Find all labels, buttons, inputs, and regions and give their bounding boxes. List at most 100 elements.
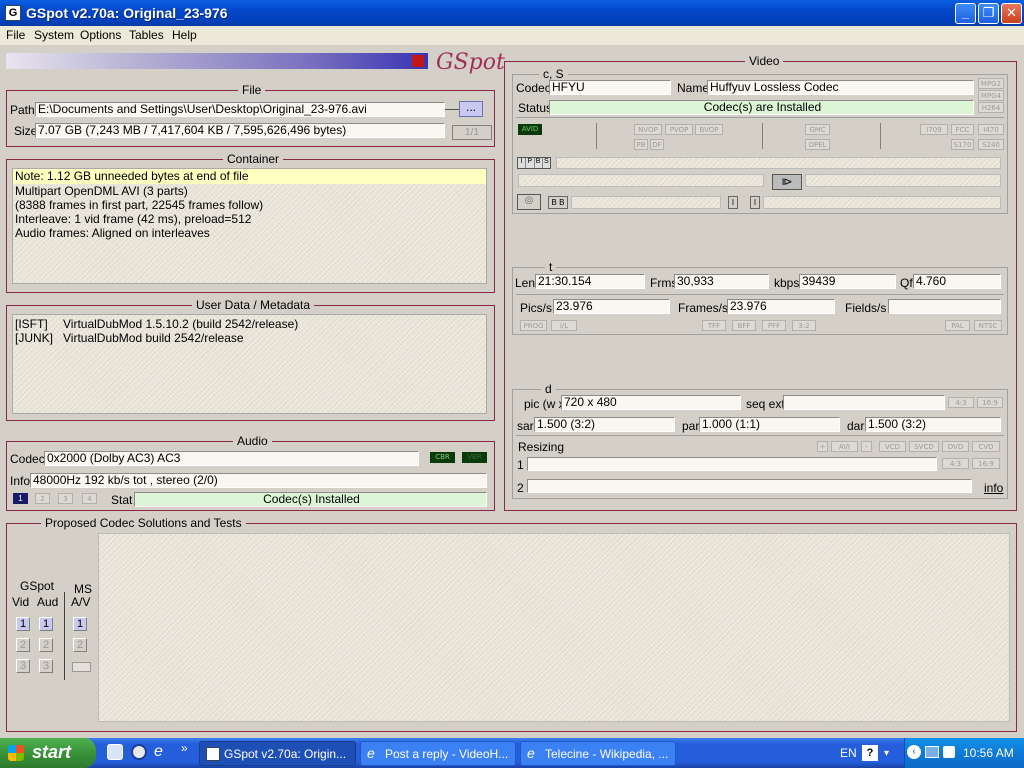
resize-minus-button[interactable]: -	[861, 441, 872, 452]
flag-i470: I470	[978, 124, 1004, 135]
start-label: start	[32, 742, 72, 762]
menu-tables[interactable]: Tables	[129, 28, 164, 42]
language-chevron-icon[interactable]: ▾	[884, 748, 889, 759]
flag-df: DF	[650, 139, 664, 150]
frames-label: Frames/s	[678, 301, 729, 315]
qf-label: Qf	[900, 276, 913, 290]
flag-ntsc: NTSC	[974, 320, 1002, 331]
info-link[interactable]: info	[984, 481, 1003, 495]
menu-system[interactable]: System	[34, 28, 74, 42]
tray-expand-icon[interactable]: ‹	[907, 745, 921, 759]
container-info-box: Note: 1.12 GB unneeded bytes at end of f…	[12, 168, 487, 284]
audio-stream-1[interactable]: 1	[13, 493, 28, 504]
bb-icon: B B	[548, 196, 568, 209]
flag-il: I/L	[551, 320, 577, 331]
video-name-field: Huffyuv Lossless Codec	[707, 80, 974, 95]
i-icon: I	[750, 196, 760, 209]
close-button[interactable]: ✕	[1001, 3, 1022, 24]
gspot-logo: GSpot	[436, 50, 505, 75]
progress-marker	[412, 55, 424, 67]
flag-gmc: GMC	[805, 124, 830, 135]
metadata-tag: [JUNK]	[15, 331, 54, 345]
menu-file[interactable]: File	[6, 28, 25, 42]
ms-label: MS	[74, 582, 92, 596]
ipbs-p: P	[526, 158, 535, 168]
cbr-indicator: CBR	[430, 452, 455, 463]
frame-structure-bar	[556, 157, 1001, 169]
vid-label: Vid	[12, 595, 30, 609]
language-indicator[interactable]: EN	[840, 746, 857, 760]
menu-help[interactable]: Help	[172, 28, 197, 42]
video-group-title: Video	[745, 54, 784, 68]
volume-icon[interactable]	[943, 746, 955, 758]
kbps-field: 39439	[799, 274, 896, 289]
path-field[interactable]: E:\Documents and Settings\User\Desktop\O…	[35, 102, 445, 117]
audio-info-field: 48000Hz 192 kb/s tot , stereo (2/0)	[30, 473, 487, 488]
test-aud-3-button[interactable]: 3	[39, 659, 53, 673]
test-aud-2-button[interactable]: 2	[39, 638, 53, 652]
resize-svcd-button[interactable]: SVCD	[909, 441, 939, 452]
resize-cvd-button[interactable]: CVD	[972, 441, 1000, 452]
resize-vcd-button[interactable]: VCD	[879, 441, 906, 452]
show-desktop-icon[interactable]	[107, 744, 123, 760]
browse-button[interactable]: ...	[459, 101, 483, 117]
seqext-field	[783, 395, 945, 410]
video-status-field: Codec(s) are Installed	[549, 100, 974, 115]
resize-row-1-field	[527, 457, 937, 471]
flag-s240: S240	[978, 139, 1004, 150]
resize-row-2-label: 2	[517, 481, 524, 495]
start-button[interactable]: start	[0, 738, 96, 768]
codec-subgroup-title: c, S	[539, 67, 568, 81]
restore-button[interactable]: ❐	[978, 3, 999, 24]
sar-field: 1.500 (3:2)	[534, 417, 675, 432]
frame-nav-icon[interactable]: ⧐	[772, 174, 802, 190]
test-aud-1-button[interactable]: 1	[39, 617, 53, 631]
test-vid-2-button[interactable]: 2	[16, 638, 30, 652]
frames-field: 23.976	[727, 299, 835, 314]
test-av-1-button[interactable]: 1	[73, 617, 87, 631]
media-player-icon[interactable]	[131, 744, 147, 760]
test-vid-1-button[interactable]: 1	[16, 617, 30, 631]
network-icon[interactable]	[925, 746, 939, 758]
resize-plus-button[interactable]: +	[817, 441, 828, 452]
app-icon: G	[5, 5, 21, 21]
container-line: (8388 frames in first part, 22545 frames…	[15, 198, 264, 212]
flag-pff: PFF	[762, 320, 786, 331]
ie-icon[interactable]: e	[154, 743, 163, 761]
flag-pvop: PVOP	[665, 124, 693, 135]
audio-stream-3[interactable]: 3	[58, 493, 73, 504]
size-field: 7.07 GB (7,243 MB / 7,417,604 KB / 7,595…	[35, 123, 445, 138]
menu-options[interactable]: Options	[80, 28, 121, 42]
divider	[516, 117, 1004, 118]
fourcc-mpg2: MPG2	[978, 78, 1004, 89]
task-gspot[interactable]: GSpot v2.70a: Origin...	[199, 741, 356, 766]
flag-pb: PB	[634, 139, 648, 150]
quicklaunch-chevron-icon[interactable]: »	[181, 741, 188, 755]
ipbs-b: B	[535, 158, 543, 168]
divider	[880, 123, 881, 149]
ipbs-s: S	[544, 158, 549, 165]
clock[interactable]: 10:56 AM	[963, 746, 1014, 760]
test-av-2-button[interactable]: 2	[73, 638, 87, 652]
test-vid-3-button[interactable]: 3	[16, 659, 30, 673]
test-av-slot[interactable]	[72, 662, 91, 672]
path-label: Path	[10, 103, 35, 117]
system-tray: ‹ 10:56 AM	[904, 738, 1024, 768]
metadata-box: [ISFT] VirtualDubMod 1.5.10.2 (build 254…	[12, 314, 487, 414]
task-wikipedia[interactable]: e Telecine - Wikipedia, ...	[520, 741, 676, 766]
resize-avi-button[interactable]: AVI	[831, 441, 858, 452]
container-line: Interleave: 1 vid frame (42 ms), preload…	[15, 212, 252, 226]
resize-dvd-button[interactable]: DVD	[942, 441, 969, 452]
audio-stream-4[interactable]: 4	[82, 493, 97, 504]
aud-label: Aud	[37, 595, 59, 609]
title-bar[interactable]: G GSpot v2.70a: Original_23-976 _ ❐ ✕	[0, 0, 1024, 26]
minimize-button[interactable]: _	[955, 3, 976, 24]
help-icon[interactable]: ?	[862, 745, 878, 761]
audio-stream-2[interactable]: 2	[35, 493, 50, 504]
dar-label: dar	[847, 419, 865, 433]
sar-label: sar	[517, 419, 534, 433]
page-indicator[interactable]: 1/1	[452, 125, 492, 140]
timing-subgroup-title: t	[545, 260, 557, 274]
task-videohelp[interactable]: e Post a reply - VideoH...	[360, 741, 516, 766]
eye-icon[interactable]: ◎	[517, 194, 541, 210]
